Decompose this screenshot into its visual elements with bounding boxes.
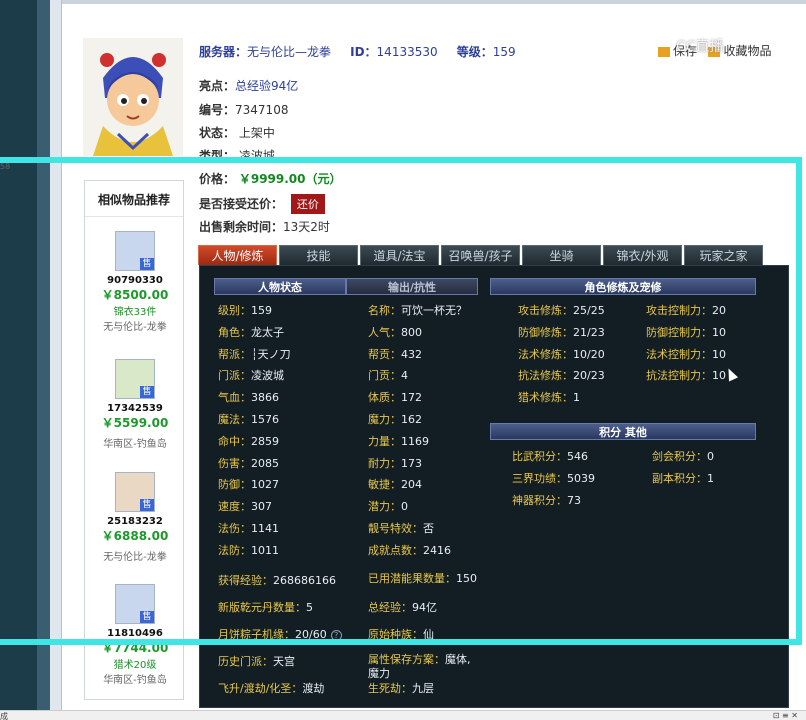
stat-field: 属性保存方案：魔体,魔力 bbox=[368, 653, 480, 681]
stat-label: 属性保存方案： bbox=[368, 653, 445, 666]
stat-field: 历史门派：天宫 bbox=[218, 653, 295, 669]
stat-field: 生死劫：九层 bbox=[368, 680, 434, 696]
favorite-link[interactable]: 收藏物品 bbox=[723, 44, 771, 58]
number-row: 编号：7347108 bbox=[199, 101, 288, 118]
stat-label: 飞升/渡劫/化圣： bbox=[218, 682, 303, 695]
highlight-value: 总经验94亿 bbox=[235, 79, 299, 93]
level-value: 159 bbox=[492, 45, 516, 59]
stat-value: 九层 bbox=[412, 682, 434, 695]
id-label: ID： bbox=[350, 45, 377, 59]
status-bar-icons: ⊡ ≡ ✕ bbox=[772, 711, 798, 720]
status-bar-text: 成 bbox=[0, 712, 8, 720]
status-value: 上架中 bbox=[238, 126, 275, 140]
selection-overlay bbox=[0, 157, 802, 645]
status-bar: 成 ⊡ ≡ ✕ bbox=[0, 710, 806, 720]
cc-watermark: CC直播 bbox=[676, 39, 724, 55]
status-label: 状态： bbox=[199, 126, 236, 140]
stat-value: 渡劫 bbox=[302, 682, 325, 695]
similar-item-sub1: 猎术20级 bbox=[113, 660, 157, 671]
highlight-label: 亮点： bbox=[199, 79, 236, 93]
highlight-row: 亮点：总经验94亿 bbox=[199, 77, 298, 94]
number-value: 7347108 bbox=[235, 103, 289, 117]
stat-field: 飞升/渡劫/化圣：渡劫 bbox=[218, 680, 324, 696]
save-icon bbox=[658, 46, 670, 57]
server-label: 服务器： bbox=[199, 45, 248, 59]
server-value: 无与伦比—龙拳 bbox=[247, 45, 332, 59]
character-avatar bbox=[83, 38, 183, 156]
similar-item-server: 华南区-钓鱼岛 bbox=[103, 675, 167, 686]
number-label: 编号： bbox=[199, 103, 236, 117]
overlay-label: 58 bbox=[0, 162, 11, 171]
stat-label: 历史门派： bbox=[218, 655, 273, 668]
stat-value: 天宫 bbox=[273, 655, 295, 668]
id-value: 14133530 bbox=[376, 45, 438, 59]
status-row: 状态： 上架中 bbox=[199, 124, 275, 141]
stat-label: 生死劫： bbox=[368, 682, 412, 695]
server-row: 服务器：无与伦比—龙拳 ID：14133530 等级：159 bbox=[199, 43, 516, 60]
level-label: 等级： bbox=[456, 45, 493, 59]
